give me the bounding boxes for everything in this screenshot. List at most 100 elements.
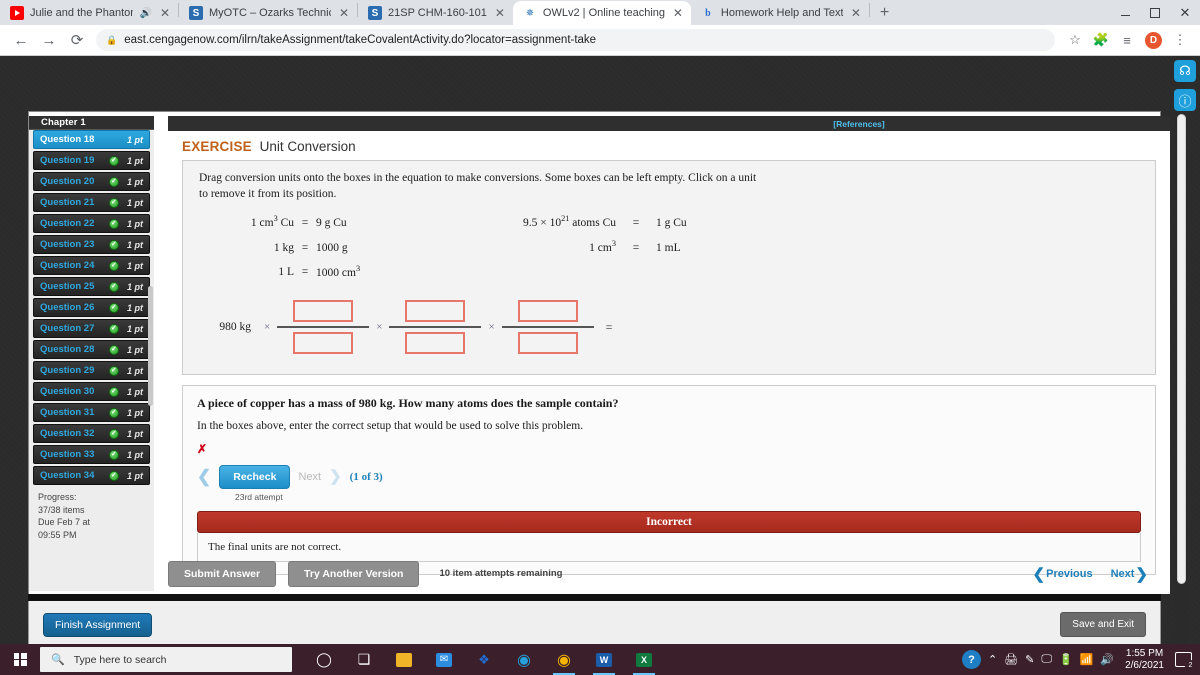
maximize-button[interactable]: [1140, 0, 1170, 25]
references-link[interactable]: [References]: [833, 119, 885, 129]
tray-volume-icon[interactable]: 🔊: [1100, 653, 1114, 666]
task-view-icon[interactable]: ❏: [344, 644, 384, 675]
conversion-left-to-3: 1000 cm3: [316, 263, 361, 279]
cortana-icon[interactable]: ◯: [304, 644, 344, 675]
chrome-menu-icon[interactable]: ⋮: [1168, 28, 1192, 52]
sidebar-item-question-22[interactable]: Question 22 ✓ 1 pt: [33, 214, 150, 233]
sidebar-item-question-25[interactable]: Question 25 ✓ 1 pt: [33, 277, 150, 296]
support-headset-icon[interactable]: ☊: [1174, 60, 1196, 82]
drop-box-numerator-1[interactable]: [293, 300, 354, 323]
finish-assignment-button[interactable]: Finish Assignment: [43, 612, 153, 637]
chevron-left-icon[interactable]: ❮: [197, 468, 211, 485]
mail-icon[interactable]: ✉: [424, 644, 464, 675]
tray-pen-icon[interactable]: ✎: [1025, 653, 1034, 666]
drop-box-numerator-2[interactable]: [405, 300, 466, 323]
excel-icon[interactable]: X: [624, 644, 664, 675]
next-button[interactable]: Next ❯: [1111, 565, 1148, 583]
browser-tab-2[interactable]: S 21SP CHM-160-101 ✕: [358, 1, 513, 25]
browser-tab-1[interactable]: S MyOTC – Ozarks Technical Comm ✕: [179, 1, 357, 25]
sidebar-item-question-27[interactable]: Question 27 ✓ 1 pt: [33, 319, 150, 338]
tab-close-icon[interactable]: ✕: [158, 7, 172, 19]
browser-tab-4[interactable]: b Homework Help and Textbook So ✕: [690, 1, 869, 25]
save-and-exit-button[interactable]: Save and Exit: [1060, 612, 1146, 637]
tray-display-icon[interactable]: 🖵: [1041, 653, 1052, 666]
chevron-right-icon[interactable]: ❯: [329, 467, 342, 486]
back-button[interactable]: ←: [8, 27, 34, 53]
chrome-icon[interactable]: ◉: [544, 644, 584, 675]
reload-button[interactable]: ⟳: [64, 27, 90, 53]
sidebar-item-question-21[interactable]: Question 21 ✓ 1 pt: [33, 193, 150, 212]
taskbar-app-icons: ◯ ❏ ✉ ❖ ◉ ◉ W X: [304, 644, 664, 675]
step-counter: (1 of 3): [349, 470, 383, 483]
page-scrollbar-thumb[interactable]: [1177, 114, 1186, 584]
browser-tab-0[interactable]: Julie and the Phantoms - Full 🔊 ✕: [0, 1, 178, 25]
reading-list-icon[interactable]: ≡: [1115, 28, 1139, 52]
sidebar-item-question-29[interactable]: Question 29 ✓ 1 pt: [33, 361, 150, 380]
try-another-version-button[interactable]: Try Another Version: [288, 560, 420, 587]
sidebar-item-question-24[interactable]: Question 24 ✓ 1 pt: [33, 256, 150, 275]
file-explorer-icon[interactable]: [384, 644, 424, 675]
drop-box-denominator-2[interactable]: [405, 331, 466, 354]
help-tray-icon[interactable]: ?: [961, 650, 981, 669]
close-window-button[interactable]: ✕: [1170, 0, 1200, 25]
help-question-icon[interactable]: ⓘ: [1174, 89, 1196, 111]
bookmark-star-icon[interactable]: ☆: [1063, 28, 1087, 52]
question-subtitle: In the boxes above, enter the correct se…: [197, 419, 584, 432]
previous-button[interactable]: ❮ Previous: [1033, 565, 1093, 583]
browser-tab-title: MyOTC – Ozarks Technical Comm: [209, 7, 331, 19]
drop-box-denominator-1[interactable]: [293, 331, 354, 354]
sidebar-item-question-28[interactable]: Question 28 ✓ 1 pt: [33, 340, 150, 359]
submit-answer-button[interactable]: Submit Answer: [168, 560, 277, 587]
check-circle-icon: ✓: [108, 218, 119, 229]
tab-mute-icon[interactable]: 🔊: [139, 8, 151, 19]
browser-tab-3-active[interactable]: ✵ OWLv2 | Online teaching and lea ✕: [512, 1, 691, 25]
address-bar[interactable]: 🔒 east.cengagenow.com/ilrn/takeAssignmen…: [96, 29, 1055, 51]
profile-avatar[interactable]: D: [1145, 31, 1162, 49]
sidebar-item-question-18[interactable]: Question 18 1 pt: [33, 130, 150, 149]
incorrect-banner: Incorrect: [197, 510, 1141, 533]
tab-close-icon[interactable]: ✕: [849, 7, 863, 19]
recheck-button[interactable]: Recheck: [219, 464, 291, 489]
sidebar-item-question-34[interactable]: Question 34 ✓ 1 pt: [33, 466, 150, 485]
taskbar-search-box[interactable]: 🔍 Type here to search: [40, 647, 292, 672]
drop-box-numerator-3[interactable]: [517, 300, 578, 323]
sidebar-item-question-33[interactable]: Question 33 ✓ 1 pt: [33, 445, 150, 464]
progress-value: 37/38 items: [38, 504, 85, 515]
sidebar-item-question-32[interactable]: Question 32 ✓ 1 pt: [33, 424, 150, 443]
tray-expand-chevron-icon[interactable]: ⌃: [988, 653, 997, 666]
browser-tab-title: Homework Help and Textbook So: [720, 7, 843, 19]
tab-close-icon[interactable]: ✕: [671, 7, 685, 19]
check-circle-icon: ✓: [108, 407, 119, 418]
sidebar-item-question-30[interactable]: Question 30 ✓ 1 pt: [33, 382, 150, 401]
sidebar-item-question-26[interactable]: Question 26 ✓ 1 pt: [33, 298, 150, 317]
drop-box-denominator-3[interactable]: [517, 331, 578, 354]
sidebar-item-question-23[interactable]: Question 23 ✓ 1 pt: [33, 235, 150, 254]
dropbox-icon[interactable]: ❖: [464, 644, 504, 675]
edge-icon[interactable]: ◉: [504, 644, 544, 675]
owl-icon: ✵: [525, 7, 535, 19]
notification-center-icon[interactable]: [1175, 652, 1196, 671]
sidebar-item-question-19[interactable]: Question 19 ✓ 1 pt: [33, 151, 150, 170]
taskbar-clock[interactable]: 1:55 PM 2/6/2021: [1121, 648, 1168, 672]
tray-battery-icon[interactable]: 🔋: [1059, 653, 1073, 666]
forward-button[interactable]: →: [36, 27, 62, 53]
word-icon[interactable]: W: [584, 644, 624, 675]
question-label: Question 30: [40, 386, 95, 397]
tab-close-icon[interactable]: ✕: [493, 7, 507, 19]
minimize-button[interactable]: [1110, 0, 1140, 25]
toolbar-right-icons: ☆ 🧩 ≡ D ⋮: [1057, 28, 1192, 52]
due-date-line1: Due Feb 7 at: [38, 517, 91, 527]
sidebar-item-question-20[interactable]: Question 20 ✓ 1 pt: [33, 172, 150, 191]
exercise-instructions: Drag conversion units onto the boxes in …: [199, 172, 757, 200]
tray-device-icon[interactable]: 🖨: [1004, 653, 1018, 666]
check-circle-icon: ✓: [108, 344, 119, 355]
progress-summary: Progress: 37/38 items Due Feb 7 at 09:55…: [29, 487, 154, 541]
extensions-puzzle-icon[interactable]: 🧩: [1089, 28, 1113, 52]
tray-wifi-icon[interactable]: 📶: [1080, 653, 1094, 666]
start-button[interactable]: [0, 644, 40, 675]
tab-close-icon[interactable]: ✕: [337, 7, 351, 19]
new-tab-button[interactable]: +: [870, 4, 899, 25]
sidebar-item-question-31[interactable]: Question 31 ✓ 1 pt: [33, 403, 150, 422]
address-bar-url: east.cengagenow.com/ilrn/takeAssignment/…: [124, 34, 597, 46]
sidebar-scrollbar[interactable]: [148, 286, 153, 406]
